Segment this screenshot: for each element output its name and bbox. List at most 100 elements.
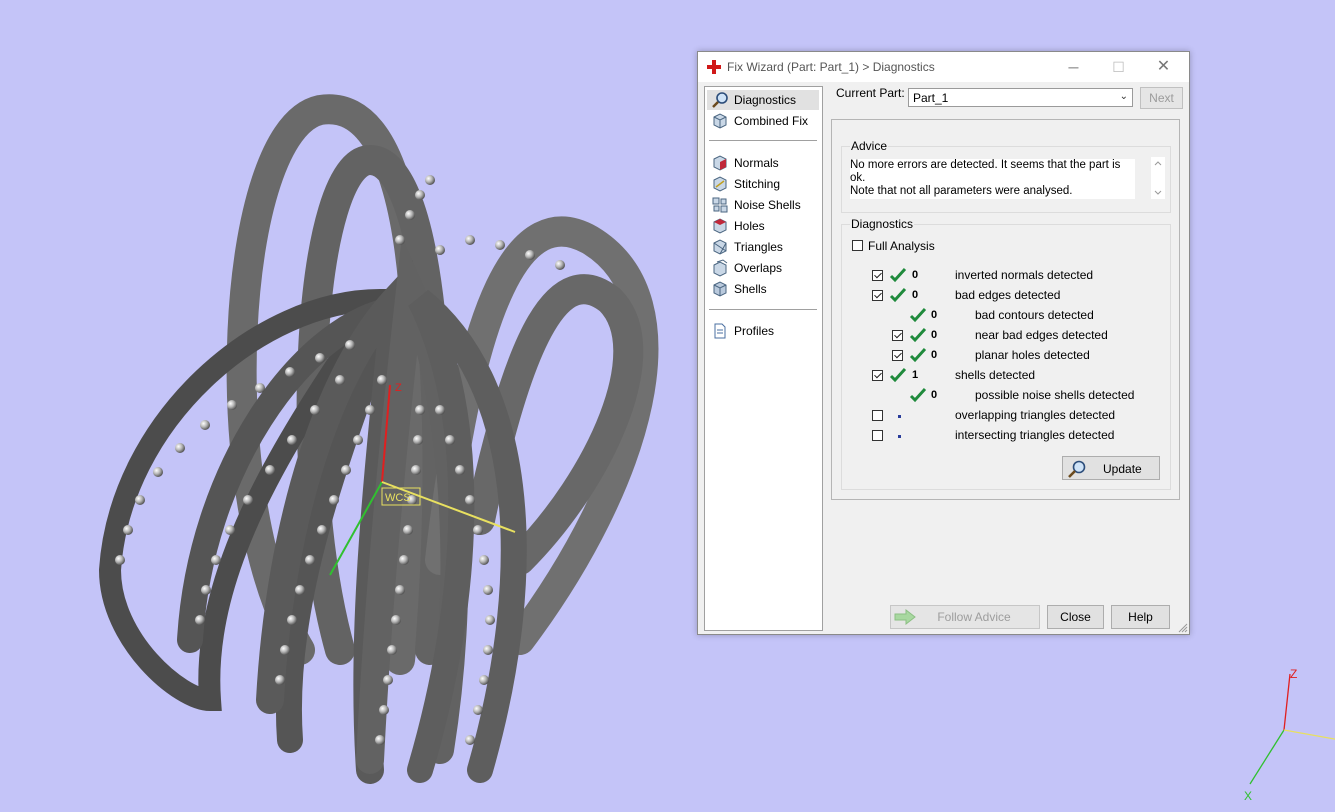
row-count: 0 — [912, 289, 919, 301]
holes-cube-icon — [713, 218, 727, 234]
row-label: inverted normals detected — [955, 268, 1094, 282]
current-part-label: Current Part: — [836, 86, 905, 100]
row-label: near bad edges detected — [975, 328, 1108, 342]
green-check-icon — [909, 307, 927, 323]
advice-text-line: Note that not all parameters were analys… — [850, 185, 1073, 197]
world-axis-z-label: Z — [1290, 667, 1297, 681]
advice-title: Advice — [850, 139, 889, 153]
close-button[interactable]: Close — [1047, 605, 1104, 629]
nav-item-normals[interactable]: Normals — [707, 153, 819, 173]
row-count: 1 — [912, 369, 919, 381]
nav-divider — [709, 309, 817, 310]
nav-item-label: Profiles — [734, 324, 775, 338]
green-check-icon — [889, 367, 907, 383]
row-checkbox[interactable] — [872, 370, 883, 381]
window-close-button[interactable]: ✕ — [1141, 52, 1186, 82]
advice-group: Advice No more errors are detected. It s… — [841, 139, 1171, 213]
fix-wizard-dialog: Fix Wizard (Part: Part_1) > Diagnostics … — [697, 51, 1190, 635]
shells-cube-icon — [713, 281, 727, 297]
green-check-icon — [909, 347, 927, 363]
local-axis-z-label: Z — [395, 382, 402, 394]
row-label: planar holes detected — [975, 348, 1090, 362]
nav-item-diagnostics[interactable]: Diagnostics — [707, 90, 819, 110]
nav-item-label: Overlaps — [734, 261, 783, 275]
triangles-cube-icon — [713, 239, 727, 255]
next-button[interactable]: Next — [1140, 87, 1183, 109]
wizard-nav-panel: Diagnostics Combined Fix Normals Stitchi… — [704, 86, 823, 631]
row-checkbox[interactable] — [872, 270, 883, 281]
nav-item-noise-shells[interactable]: Noise Shells — [707, 195, 819, 215]
overlaps-cube-icon — [713, 259, 728, 277]
advice-text: No more errors are detected. It seems th… — [850, 159, 1135, 199]
row-label: shells detected — [955, 368, 1036, 382]
nav-item-overlaps[interactable]: Overlaps — [707, 258, 819, 278]
follow-advice-button[interactable]: Follow Advice — [890, 605, 1040, 629]
nav-item-label: Triangles — [734, 240, 783, 254]
green-check-icon — [909, 327, 927, 343]
row-label: bad contours detected — [975, 308, 1094, 322]
arrow-right-icon — [894, 609, 916, 625]
row-count: 0 — [931, 309, 938, 321]
advice-text-line: No more errors are detected. It seems th… — [850, 159, 1121, 184]
row-label: intersecting triangles detected — [955, 428, 1115, 442]
nav-item-shells[interactable]: Shells — [707, 279, 819, 299]
world-axis-x-label: X — [1244, 789, 1252, 803]
row-checkbox[interactable] — [872, 430, 883, 441]
full-analysis-checkbox[interactable] — [852, 240, 863, 251]
update-button[interactable]: Update — [1062, 456, 1160, 480]
normals-cube-icon — [713, 155, 727, 171]
row-label: bad edges detected — [955, 288, 1061, 302]
follow-advice-label: Follow Advice — [937, 610, 1011, 624]
update-label: Update — [1103, 462, 1142, 476]
nav-item-label: Shells — [734, 282, 767, 296]
stitching-cube-icon — [713, 176, 727, 192]
noise-shells-icon — [712, 197, 728, 213]
green-check-icon — [889, 287, 907, 303]
row-count: 0 — [931, 329, 938, 341]
nav-item-label: Stitching — [734, 177, 781, 191]
row-count: 0 — [931, 389, 938, 401]
row-label: possible noise shells detected — [975, 388, 1135, 402]
nav-item-triangles[interactable]: Triangles — [707, 237, 819, 257]
nav-item-label: Combined Fix — [734, 114, 809, 128]
magnifier-icon — [712, 92, 728, 108]
row-label: overlapping triangles detected — [955, 408, 1116, 422]
row-checkbox[interactable] — [892, 330, 903, 341]
local-axis-label: WCS — [385, 492, 411, 504]
nav-item-label: Holes — [734, 219, 765, 233]
row-checkbox[interactable] — [892, 350, 903, 361]
pending-dot-icon — [898, 415, 901, 418]
green-check-icon — [889, 267, 907, 283]
nav-item-combined-fix[interactable]: Combined Fix — [707, 111, 819, 131]
row-checkbox[interactable] — [872, 290, 883, 301]
nav-item-label: Diagnostics — [734, 93, 797, 107]
nav-divider — [709, 140, 817, 141]
cube-icon — [713, 113, 727, 129]
advice-scrollbar[interactable] — [1151, 157, 1165, 199]
nav-item-profiles[interactable]: Profiles — [707, 321, 819, 341]
current-part-select[interactable]: Part_1 ⌄ — [908, 88, 1133, 107]
green-check-icon — [909, 387, 927, 403]
minimize-button[interactable]: ─ — [1051, 52, 1096, 82]
full-analysis-label: Full Analysis — [868, 239, 935, 253]
row-count: 0 — [912, 269, 919, 281]
nav-item-label: Normals — [734, 156, 779, 170]
ring-model[interactable]: Z WCS — [0, 0, 700, 812]
row-checkbox[interactable] — [872, 410, 883, 421]
nav-item-stitching[interactable]: Stitching — [707, 174, 819, 194]
nav-item-holes[interactable]: Holes — [707, 216, 819, 236]
world-axis-triad: Z X — [1244, 667, 1335, 803]
dialog-titlebar[interactable]: Fix Wizard (Part: Part_1) > Diagnostics … — [698, 52, 1189, 82]
document-icon — [714, 323, 726, 339]
maximize-button[interactable]: ☐ — [1096, 52, 1141, 82]
row-count: 0 — [931, 349, 938, 361]
current-part-value: Part_1 — [913, 91, 949, 105]
chevron-down-icon: ⌄ — [1119, 91, 1128, 102]
magnifier-icon — [1068, 460, 1086, 478]
diagnostics-title: Diagnostics — [850, 217, 915, 231]
red-cross-icon — [707, 60, 721, 74]
nav-item-label: Noise Shells — [734, 198, 801, 212]
help-button[interactable]: Help — [1111, 605, 1170, 629]
pending-dot-icon — [898, 435, 901, 438]
resize-grip-icon[interactable] — [1178, 623, 1188, 633]
